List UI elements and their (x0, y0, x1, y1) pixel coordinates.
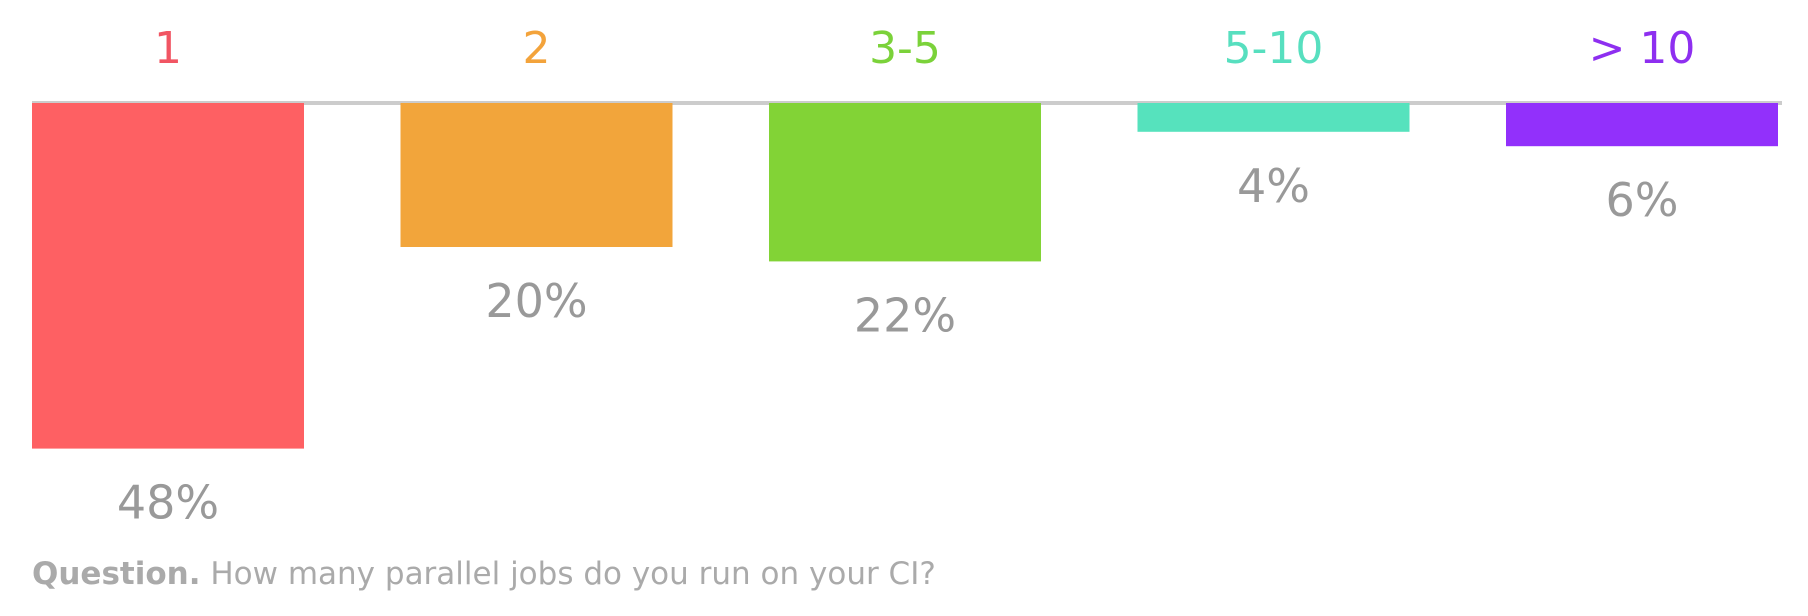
category-label: 2 (523, 23, 551, 74)
value-label: 48% (117, 476, 219, 530)
question-prefix: Question. (32, 556, 201, 592)
bar (400, 103, 673, 247)
value-label: 4% (1237, 159, 1310, 213)
value-label: 22% (854, 288, 956, 342)
category-label: > 10 (1589, 23, 1696, 74)
value-label: 20% (485, 274, 587, 328)
category-label: 5-10 (1224, 23, 1324, 74)
bar (1506, 103, 1778, 147)
bar (1137, 103, 1410, 132)
category-label: 1 (154, 23, 182, 74)
bar-group: 1 48% 2 20% 3-5 22% 5-10 4% > 10 6% (32, 23, 1778, 530)
question-text: How many parallel jobs do you run on you… (210, 556, 936, 592)
bar (32, 103, 304, 449)
question-caption: Question. How many parallel jobs do you … (32, 556, 936, 592)
bar (769, 103, 1041, 262)
category-label: 3-5 (869, 23, 941, 74)
bar-chart: 1 48% 2 20% 3-5 22% 5-10 4% > 10 6% (32, 23, 1782, 530)
value-label: 6% (1606, 173, 1679, 227)
